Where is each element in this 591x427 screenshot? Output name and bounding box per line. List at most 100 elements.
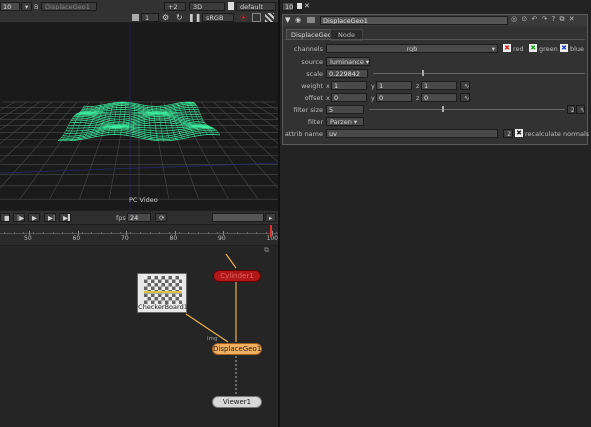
play-button[interactable]: ▶	[28, 213, 40, 222]
ruler-tick-label: 80	[169, 235, 178, 242]
filter-size-slider-handle[interactable]	[441, 106, 444, 112]
blue-checkbox[interactable]: ✖	[560, 44, 568, 52]
transport-bar: ■ |▶ ▶ ▶| ▶▌ fps 24 ⟳ ▸	[0, 211, 278, 224]
filter-size-slider[interactable]	[369, 106, 565, 112]
collapse-icon[interactable]: ▼	[285, 16, 290, 24]
header-icons[interactable]: ◎ ⊙ ↶ ↷ ? ⧉ ✕	[511, 15, 576, 24]
refresh-icon[interactable]: ↻	[176, 13, 185, 22]
clear-panels-button[interactable]: ✕	[304, 2, 310, 10]
offset-x-field[interactable]: 0	[331, 93, 367, 102]
view-mode-select[interactable]: 3D	[189, 2, 225, 11]
scale-slider-handle[interactable]	[421, 70, 424, 76]
offset-y-field[interactable]: 0	[376, 93, 412, 102]
weight-y-field[interactable]: 1	[376, 81, 412, 90]
weight-x-field[interactable]: 1	[331, 81, 367, 90]
stop-button[interactable]: ■	[0, 213, 10, 222]
clip-warning-icon[interactable]: ⦿	[240, 13, 249, 22]
colorspace-select[interactable]: sRGB	[202, 13, 234, 22]
playback-range[interactable]	[212, 213, 264, 222]
ruler-tick-label: 60	[72, 235, 81, 242]
ruler-minor-tick	[130, 232, 132, 234]
node-displacegeo[interactable]: DisplaceGeo1	[212, 343, 262, 355]
attrib-name-field[interactable]: uv	[326, 129, 498, 138]
b-input-select[interactable]: DisplaceGeo1	[41, 2, 97, 11]
pause-icon[interactable]: ❚❚	[188, 13, 201, 22]
red-checkbox[interactable]: ✖	[503, 44, 511, 52]
panel-header: ▼ ◉ DisplaceGeo1 ◎ ⊙ ↶ ↷ ? ⧉ ✕	[283, 15, 587, 26]
last-frame-button[interactable]: ▶▌	[59, 213, 71, 222]
panel-menu-icon[interactable]	[307, 17, 315, 23]
weight-curve-button[interactable]: ∿	[460, 81, 470, 90]
scale-slider[interactable]	[373, 70, 585, 76]
max-panels-field[interactable]: 10	[282, 2, 294, 11]
offset-x-axis: x	[326, 94, 330, 102]
ruler-minor-tick	[139, 232, 141, 234]
attrib-split-button[interactable]: 2	[503, 129, 513, 138]
node-name-field[interactable]: DisplaceGeo1	[320, 16, 508, 25]
fps-field[interactable]: 24	[127, 213, 151, 222]
frame-dropdown[interactable]: ▾	[21, 2, 32, 11]
grid-line	[0, 101, 53, 145]
ruler-minor-tick	[207, 232, 209, 234]
offset-label: offset	[304, 94, 323, 102]
scale-field[interactable]: 0.229842	[326, 69, 368, 78]
camera-select[interactable]: default	[236, 2, 276, 11]
ruler-minor-tick	[275, 232, 277, 234]
recalc-normals-checkbox[interactable]: ✖	[515, 129, 523, 137]
node-checkerboard[interactable]: CheckerBoard1	[137, 273, 188, 313]
visibility-icon[interactable]: ◉	[295, 16, 301, 24]
scale-label: scale	[306, 70, 323, 78]
ruler-minor-tick	[13, 232, 15, 234]
ruler-minor-tick	[81, 232, 83, 234]
filter-select[interactable]: Parzen ▾	[326, 117, 364, 126]
grid-line	[0, 101, 78, 189]
lock-icon[interactable]	[297, 3, 302, 9]
loop-button[interactable]: ⟳	[155, 213, 167, 222]
viewer-toolbar: 10 ▾ B DisplaceGeo1 +2 3D default 1 ⚙ ↻ …	[0, 0, 278, 22]
frame-field[interactable]: 10	[0, 2, 20, 11]
first-frame-button[interactable]: |▶	[13, 213, 25, 222]
gain-select[interactable]: +2	[164, 2, 186, 11]
source-select[interactable]: luminance ▾	[326, 57, 370, 66]
playhead[interactable]	[270, 225, 272, 237]
grid-line	[250, 101, 278, 120]
ruler-tick-label: 50	[24, 235, 32, 242]
node-graph[interactable]: ⧉ Cylinder1 CheckerBoard1 img DisplaceGe…	[0, 246, 278, 427]
roi-icon[interactable]	[252, 13, 261, 22]
green-checkbox[interactable]: ✖	[529, 44, 537, 52]
wipe-icon[interactable]	[265, 13, 274, 22]
timeline-ruler[interactable]: 50 60 70 80 90 100	[0, 225, 278, 245]
channel-select[interactable]: 1	[141, 13, 159, 22]
channels-select[interactable]: rgb ▾	[326, 44, 498, 53]
lut-icon[interactable]	[132, 14, 139, 21]
node-red[interactable]: Cylinder1	[213, 270, 261, 282]
weight-z-field[interactable]: 1	[421, 81, 457, 90]
ruler-minor-tick	[62, 232, 64, 234]
tab-underline	[285, 39, 585, 40]
filter-size-curve-button[interactable]: ∿	[576, 105, 585, 114]
grid-line	[225, 101, 278, 145]
link-red-input	[225, 253, 237, 269]
ruler-minor-tick	[42, 232, 44, 234]
camera-icon[interactable]	[228, 2, 234, 10]
range-arrow-button[interactable]: ▸	[265, 213, 276, 222]
checker-thumbnail	[144, 276, 182, 304]
channels-label: channels	[293, 45, 323, 53]
channels-value: rgb	[406, 45, 418, 53]
displaced-mesh	[57, 101, 221, 142]
node-viewer[interactable]: Viewer1	[212, 396, 262, 408]
filter-size-field[interactable]: 5	[326, 105, 364, 114]
next-frame-button[interactable]: ▶|	[44, 213, 56, 222]
offset-curve-button[interactable]: ∿	[460, 93, 470, 102]
channels-arrow-icon: ▾	[491, 45, 495, 53]
offset-z-field[interactable]: 0	[421, 93, 457, 102]
grid-line	[0, 101, 28, 120]
proxy-icon[interactable]: ⚙	[162, 13, 171, 22]
fps-label: fps	[116, 214, 126, 222]
ruler-minor-tick	[159, 232, 161, 234]
properties-pane: 10 ✕ ▼ ◉ DisplaceGeo1 ◎ ⊙ ↶ ↷ ? ⧉ ✕ Disp…	[280, 0, 591, 427]
filter-size-split-button[interactable]: 2	[567, 105, 575, 114]
ruler-tick-label: 100	[266, 235, 278, 242]
ruler-minor-tick	[265, 232, 267, 234]
viewer-viewport[interactable]: PC Video	[0, 23, 278, 210]
